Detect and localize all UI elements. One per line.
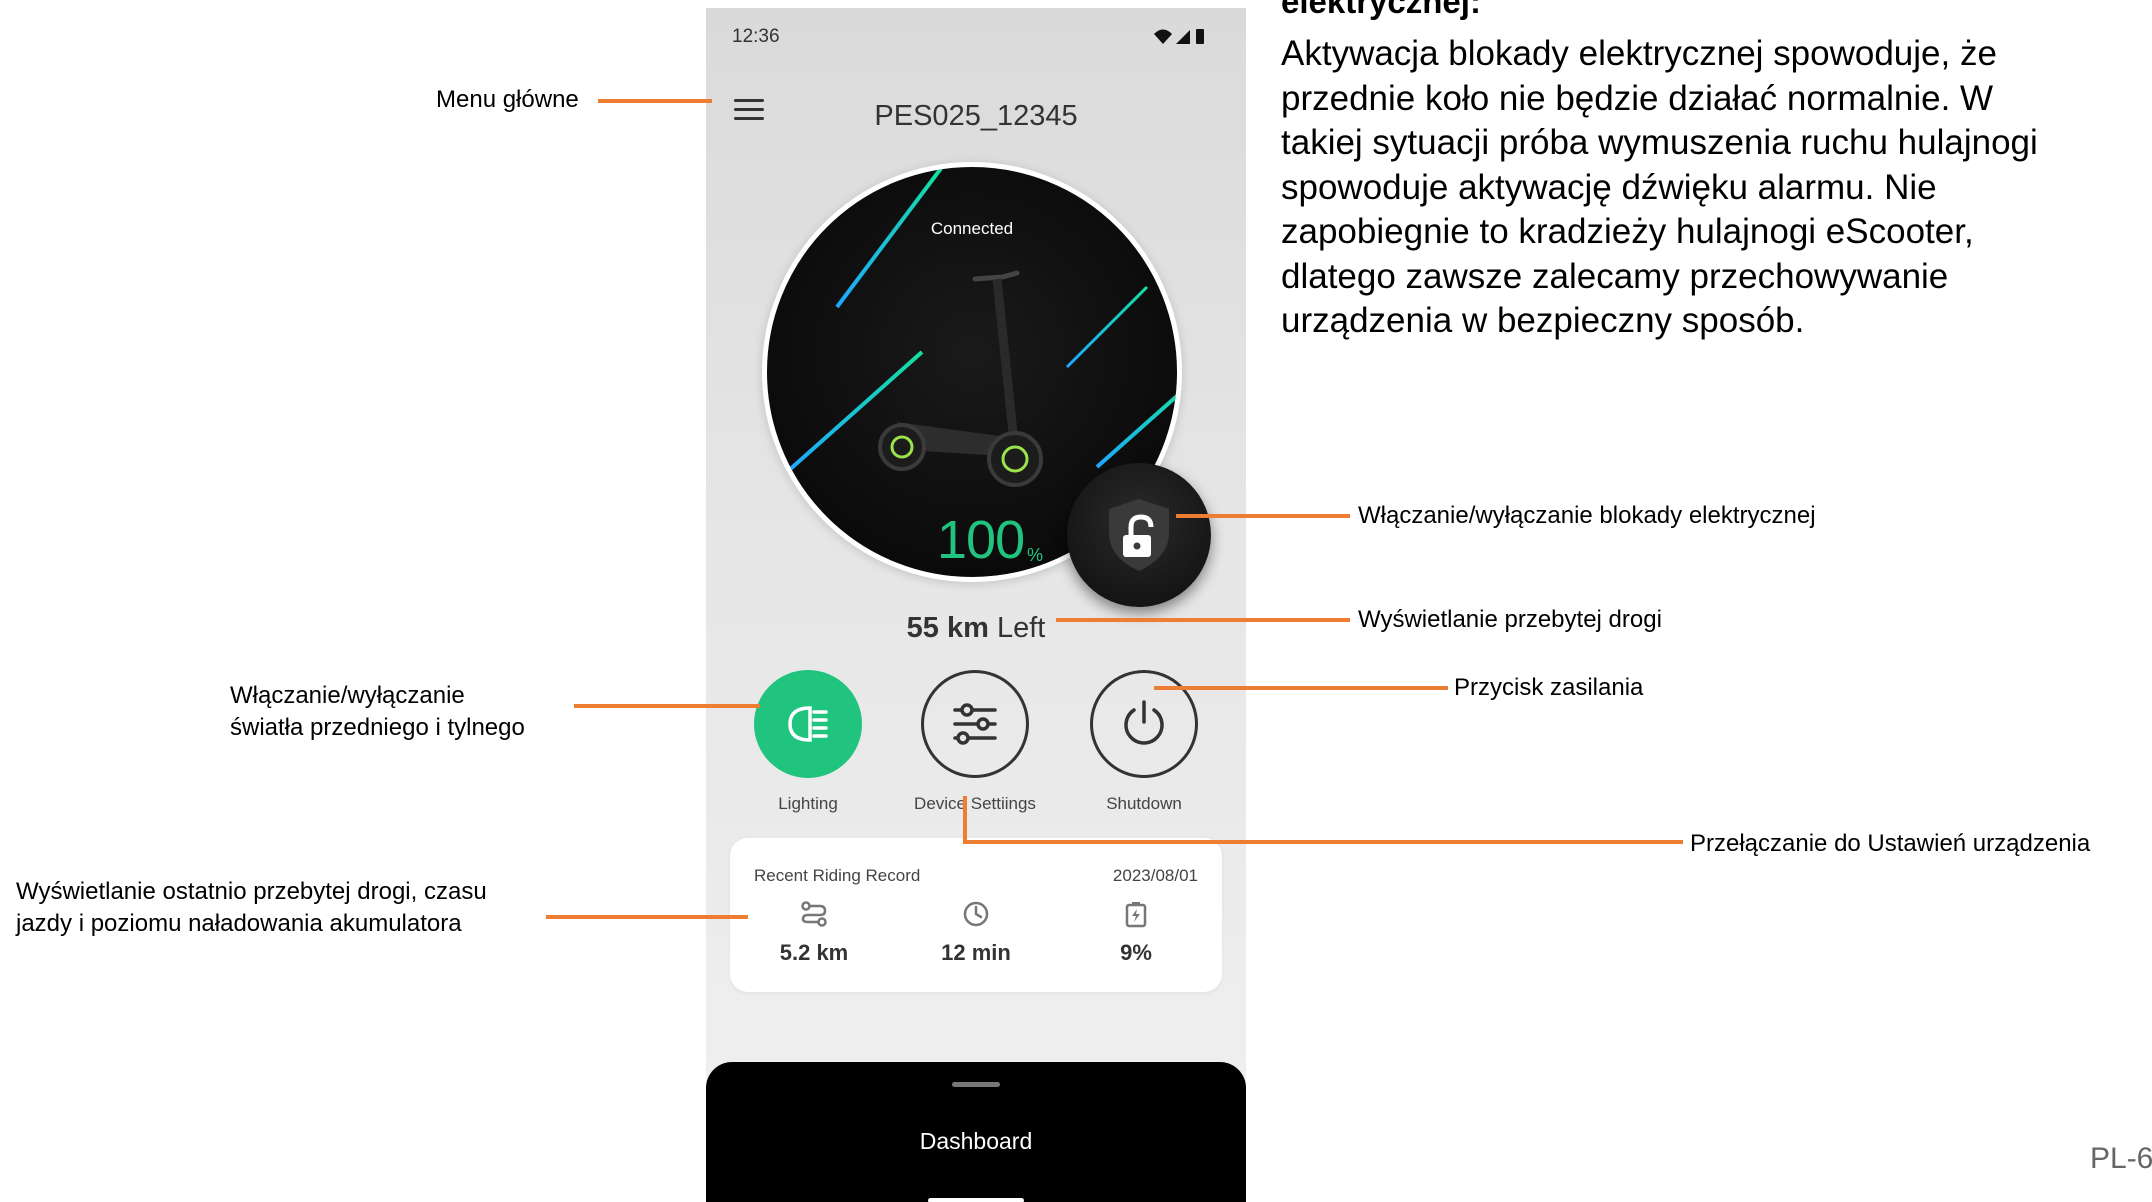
electric-lock-button[interactable] bbox=[1067, 463, 1211, 607]
battery-percentage: 100 bbox=[937, 510, 1025, 570]
annotation-recent-line2: jazdy i poziomu naładowania akumulatora bbox=[16, 910, 462, 937]
annotation-power: Przycisk zasilania bbox=[1454, 674, 1644, 701]
record-distance-value: 5.2 km bbox=[779, 940, 849, 965]
annotation-device-settings: Przełączanie do Ustawień urządzenia bbox=[1690, 830, 2091, 857]
status-icons bbox=[1154, 29, 1204, 44]
leader-device-settings bbox=[963, 840, 1683, 844]
status-time: 12:36 bbox=[732, 26, 780, 47]
route-icon bbox=[801, 901, 827, 927]
record-distance: 5.2 km bbox=[734, 900, 894, 966]
home-indicator bbox=[928, 1198, 1024, 1202]
annotation-recent-line1: Wyświetlanie ostatnio przebytej drogi, c… bbox=[16, 878, 487, 905]
record-date: 2023/08/01 bbox=[1112, 866, 1198, 885]
annotation-electric-lock: Włączanie/wyłączanie blokady elektryczne… bbox=[1358, 502, 1816, 529]
notice-heading: elektrycznej: bbox=[1281, 0, 1481, 20]
annotation-main-menu: Menu główne bbox=[436, 86, 579, 113]
phone-screen: 12:36 PES025_12345 Connected 100 % 55 km… bbox=[706, 8, 1246, 1202]
notice-body: Aktywacja blokady elektrycznej spowoduje… bbox=[1281, 34, 2038, 340]
range-value: 55 km bbox=[906, 612, 989, 644]
leader-lights bbox=[574, 704, 760, 708]
device-settings-label: Device Settiings bbox=[914, 794, 1036, 813]
range-display: 55 km Left bbox=[706, 612, 1246, 645]
record-battery: 9% bbox=[1056, 900, 1216, 966]
battery-charge-icon bbox=[1125, 902, 1147, 928]
device-name: PES025_12345 bbox=[874, 100, 1078, 132]
leader-main-menu bbox=[598, 99, 712, 103]
headlight-icon bbox=[788, 706, 828, 742]
record-time: 12 min bbox=[896, 900, 1056, 966]
range-suffix: Left bbox=[996, 612, 1046, 644]
drawer-handle[interactable] bbox=[952, 1082, 1000, 1087]
record-battery-value: 9% bbox=[1120, 940, 1152, 965]
shield-lock-icon bbox=[1109, 499, 1169, 571]
record-time-value: 12 min bbox=[941, 940, 1011, 965]
shutdown-label: Shutdown bbox=[1106, 794, 1182, 813]
leader-electric-lock bbox=[1176, 514, 1350, 518]
leader-range bbox=[1056, 618, 1350, 622]
lighting-label: Lighting bbox=[778, 794, 838, 813]
sliders-icon bbox=[953, 703, 997, 745]
leader-power bbox=[1154, 686, 1448, 690]
leader-device-settings-vertical bbox=[963, 796, 967, 844]
annotation-range: Wyświetlanie przebytej drogi bbox=[1358, 606, 1662, 633]
clock-icon bbox=[963, 901, 989, 927]
annotation-lights-line2: światła przedniego i tylnego bbox=[230, 714, 525, 741]
bottom-navigation: Dashboard bbox=[706, 1062, 1246, 1202]
power-icon bbox=[1124, 700, 1164, 745]
recent-riding-record-card[interactable]: Recent Riding Record 2023/08/01 5.2 km 1… bbox=[730, 838, 1222, 992]
tab-dashboard[interactable]: Dashboard bbox=[706, 1128, 1246, 1155]
leader-recent bbox=[546, 915, 748, 919]
annotation-lights-line1: Włączanie/wyłączanie bbox=[230, 682, 465, 709]
lighting-button[interactable] bbox=[754, 670, 862, 778]
record-title: Recent Riding Record bbox=[754, 866, 921, 885]
battery-unit: % bbox=[1027, 545, 1044, 565]
battery-icon bbox=[767, 167, 781, 195]
device-settings-button[interactable] bbox=[921, 670, 1029, 778]
page-number: PL-6 bbox=[2090, 1142, 2152, 1175]
